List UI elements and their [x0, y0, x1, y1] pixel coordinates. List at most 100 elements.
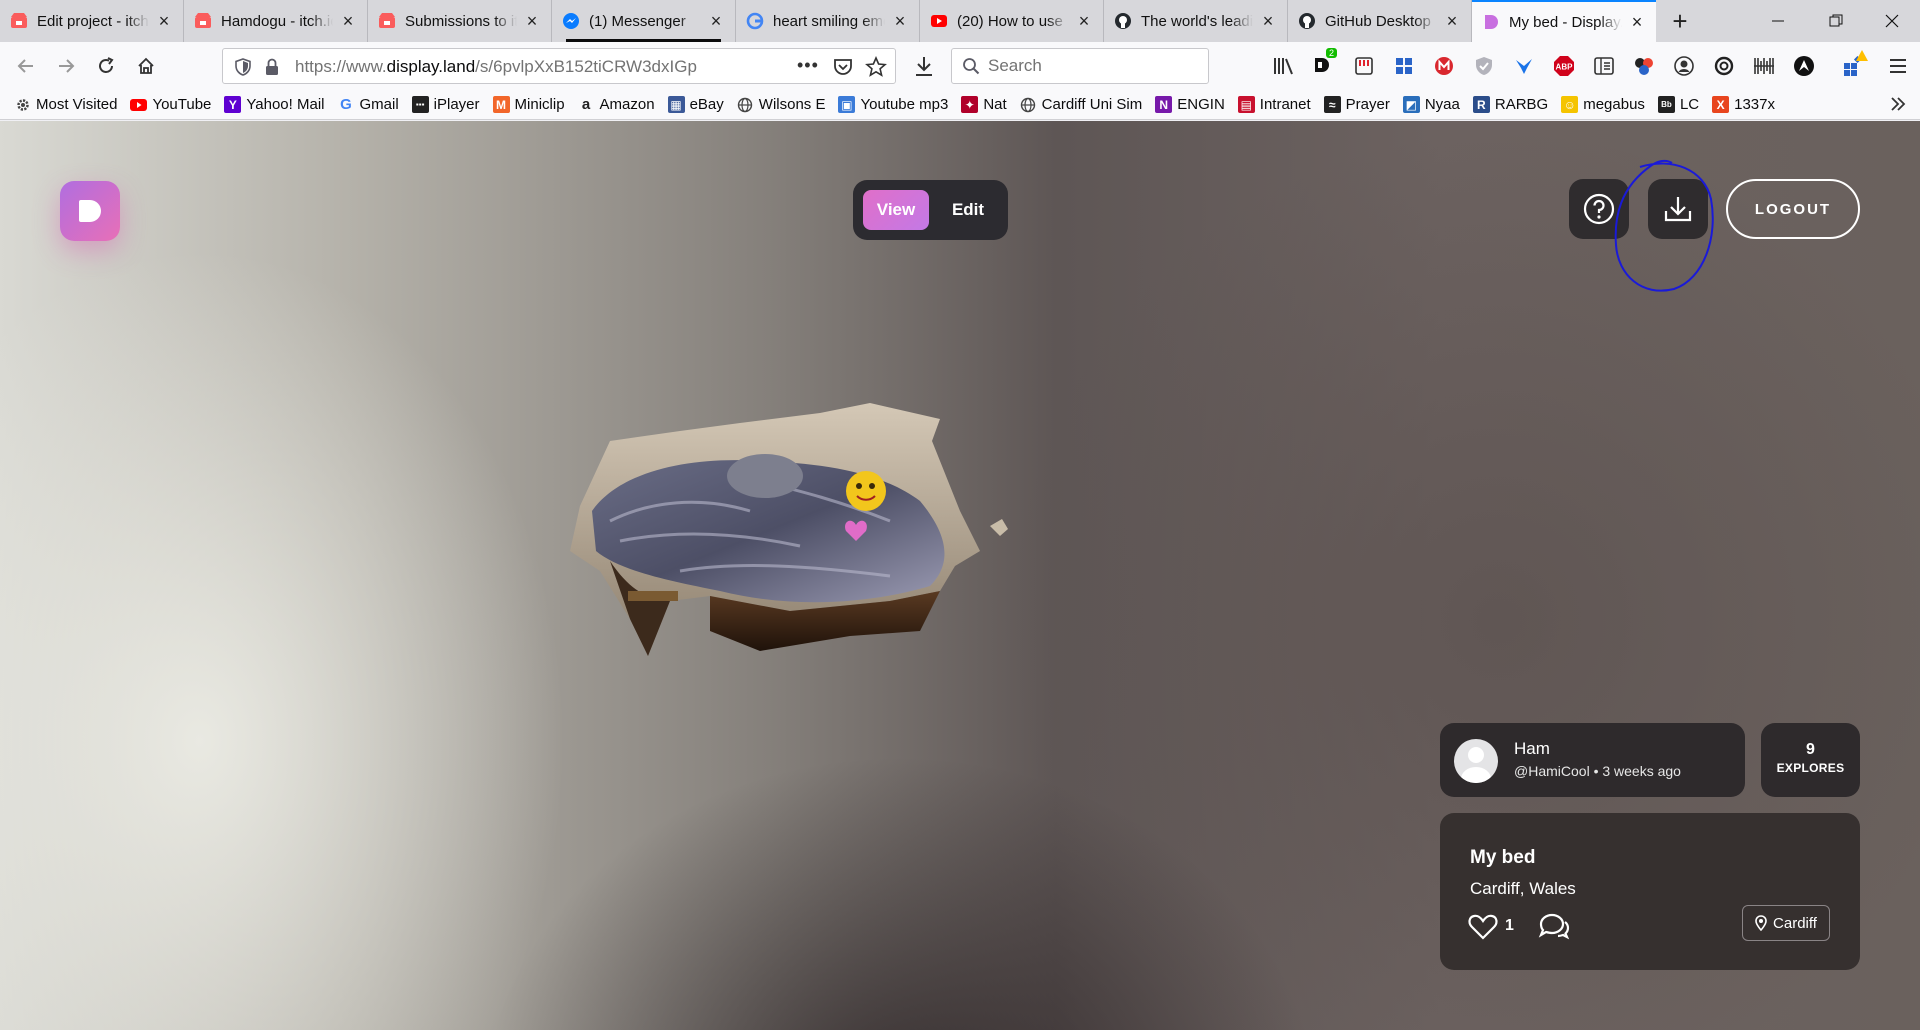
- bookmark-label: Amazon: [599, 96, 655, 113]
- bookmark-item[interactable]: R RARBG: [1472, 96, 1548, 113]
- extension-dashlane-button[interactable]: 2: [1312, 48, 1338, 78]
- extension-bird-button[interactable]: [1512, 54, 1536, 78]
- tab-6[interactable]: (20) How to use ×: [920, 0, 1104, 42]
- bookmark-item[interactable]: ◩ Nyaa: [1402, 96, 1460, 113]
- bed-3d-scan[interactable]: [560, 401, 1020, 701]
- bookmark-item[interactable]: ≈ Prayer: [1323, 96, 1390, 113]
- bookmark-label: YouTube: [152, 96, 212, 113]
- amazon-icon: a: [581, 96, 591, 113]
- extension-grid-button[interactable]: [1392, 54, 1416, 78]
- help-button[interactable]: [1569, 179, 1629, 239]
- search-input[interactable]: [988, 49, 1198, 83]
- bookmark-item[interactable]: ▣ Youtube mp3: [838, 96, 948, 113]
- reload-button[interactable]: [90, 50, 122, 82]
- back-button[interactable]: [10, 50, 42, 82]
- main-menu-button[interactable]: [1886, 54, 1910, 78]
- avatar[interactable]: [1454, 739, 1498, 783]
- extension-colors-button[interactable]: [1632, 54, 1656, 78]
- close-tab-icon[interactable]: ×: [1628, 13, 1646, 31]
- tab-4[interactable]: (1) Messenger ×: [552, 0, 736, 42]
- tab-title: The world's leading: [1141, 12, 1253, 30]
- close-tab-icon[interactable]: ×: [1259, 12, 1277, 30]
- location-chip[interactable]: Cardiff: [1742, 905, 1830, 941]
- close-tab-icon[interactable]: ×: [1075, 12, 1093, 30]
- page-actions-icon[interactable]: •••: [797, 55, 819, 76]
- pocket-icon[interactable]: [833, 57, 853, 77]
- extension-pocket-button[interactable]: [1352, 54, 1376, 78]
- ebay-icon: ▦: [667, 96, 685, 113]
- home-button[interactable]: [130, 50, 162, 82]
- bookmark-item[interactable]: ▦ eBay: [667, 96, 724, 113]
- like-count: 1: [1505, 917, 1514, 934]
- shield-icon[interactable]: [235, 58, 251, 76]
- bookmark-item[interactable]: X 1337x: [1712, 96, 1775, 113]
- hamburger-menu-icon: [1890, 59, 1906, 73]
- tab-9[interactable]: My bed - Display.land ×: [1472, 0, 1656, 42]
- bookmark-item[interactable]: YouTube: [130, 96, 211, 113]
- extension-vpn-button[interactable]: [1472, 54, 1496, 78]
- address-bar[interactable]: https://www.display.land/s/6pvlpXxB152ti…: [222, 48, 896, 84]
- comments-button[interactable]: [1538, 911, 1570, 945]
- bookmark-item[interactable]: a Amazon: [578, 96, 655, 113]
- restore-button[interactable]: [1808, 0, 1864, 42]
- megabus-icon: ☺: [1561, 96, 1579, 113]
- close-tab-icon[interactable]: ×: [1443, 12, 1461, 30]
- extension-arrow-button[interactable]: [1792, 54, 1816, 78]
- author-card[interactable]: Ham @HamiCool • 3 weeks ago: [1440, 723, 1745, 797]
- search-box[interactable]: [951, 48, 1209, 84]
- bookmark-item[interactable]: Most Visited: [14, 96, 117, 113]
- extension-mega-button[interactable]: [1432, 54, 1456, 78]
- downloads-button[interactable]: [912, 54, 936, 78]
- star-icon[interactable]: [865, 56, 887, 78]
- close-tab-icon[interactable]: ×: [707, 12, 725, 30]
- forward-button[interactable]: [50, 50, 82, 82]
- tab-3[interactable]: Submissions to itch.io ×: [368, 0, 552, 42]
- extension-adblock-button[interactable]: ABP: [1552, 54, 1576, 78]
- author-name[interactable]: Ham: [1514, 739, 1550, 759]
- bookmark-item[interactable]: ☺ megabus: [1561, 96, 1645, 113]
- bookmark-item[interactable]: Bb LC: [1657, 96, 1699, 113]
- tab-2[interactable]: Hamdogu - itch.io ×: [184, 0, 368, 42]
- displayland-logo[interactable]: [60, 181, 120, 241]
- nyaa-icon: ◩: [1402, 96, 1420, 113]
- account-button[interactable]: [1672, 54, 1696, 78]
- library-button[interactable]: [1272, 54, 1296, 78]
- bookmark-label: Cardiff Uni Sim: [1041, 96, 1143, 113]
- tab-1[interactable]: Edit project - itch.io ×: [0, 0, 184, 42]
- tab-5[interactable]: heart smiling emoji ×: [736, 0, 920, 42]
- bookmark-item[interactable]: Cardiff Uni Sim: [1020, 96, 1143, 113]
- viewer-canvas[interactable]: View Edit LOGOUT Ham @HamiCool • 3 weeks…: [0, 121, 1920, 1030]
- bookmark-item[interactable]: Wilsons E: [737, 96, 825, 113]
- close-tab-icon[interactable]: ×: [523, 12, 541, 30]
- bookmark-item[interactable]: ▪▪▪ iPlayer: [411, 96, 480, 113]
- edit-mode-button[interactable]: Edit: [935, 190, 1001, 230]
- bookmark-label: Yahoo! Mail: [246, 96, 325, 113]
- close-window-button[interactable]: [1864, 0, 1920, 42]
- extension-barcode-button[interactable]: [1752, 54, 1776, 78]
- bookmark-item[interactable]: Y Yahoo! Mail: [224, 96, 325, 113]
- extensions-menu-button[interactable]: [1842, 50, 1868, 78]
- new-tab-button[interactable]: +: [1656, 0, 1704, 42]
- extension-sync-button[interactable]: [1712, 54, 1736, 78]
- logout-button[interactable]: LOGOUT: [1726, 179, 1860, 239]
- like-button[interactable]: [1468, 913, 1498, 941]
- tab-7[interactable]: The world's leading ×: [1104, 0, 1288, 42]
- bookmark-item[interactable]: ▤ Intranet: [1237, 96, 1311, 113]
- google-icon: G: [340, 96, 352, 113]
- tab-8[interactable]: GitHub Desktop ×: [1288, 0, 1472, 42]
- download-scan-button[interactable]: [1648, 179, 1708, 239]
- bookmark-item[interactable]: ✦ Nat: [961, 96, 1007, 113]
- view-mode-button[interactable]: View: [863, 190, 929, 230]
- close-tab-icon[interactable]: ×: [891, 12, 909, 30]
- minimize-button[interactable]: [1750, 0, 1806, 42]
- reader-view-button[interactable]: [1592, 54, 1616, 78]
- lock-icon[interactable]: [265, 58, 279, 76]
- close-tab-icon[interactable]: ×: [155, 12, 173, 30]
- close-tab-icon[interactable]: ×: [339, 12, 357, 30]
- bookmarks-toolbar: Most Visited YouTube Y Yahoo! Mail G Gmail ▪▪▪…: [0, 90, 1920, 120]
- bookmark-item[interactable]: G Gmail: [338, 96, 399, 113]
- bookmarks-overflow-button[interactable]: [1890, 96, 1906, 117]
- bookmark-item[interactable]: N ENGIN: [1155, 96, 1225, 113]
- url-text[interactable]: https://www.display.land/s/6pvlpXxB152ti…: [295, 49, 697, 85]
- bookmark-item[interactable]: M Miniclip: [492, 96, 565, 113]
